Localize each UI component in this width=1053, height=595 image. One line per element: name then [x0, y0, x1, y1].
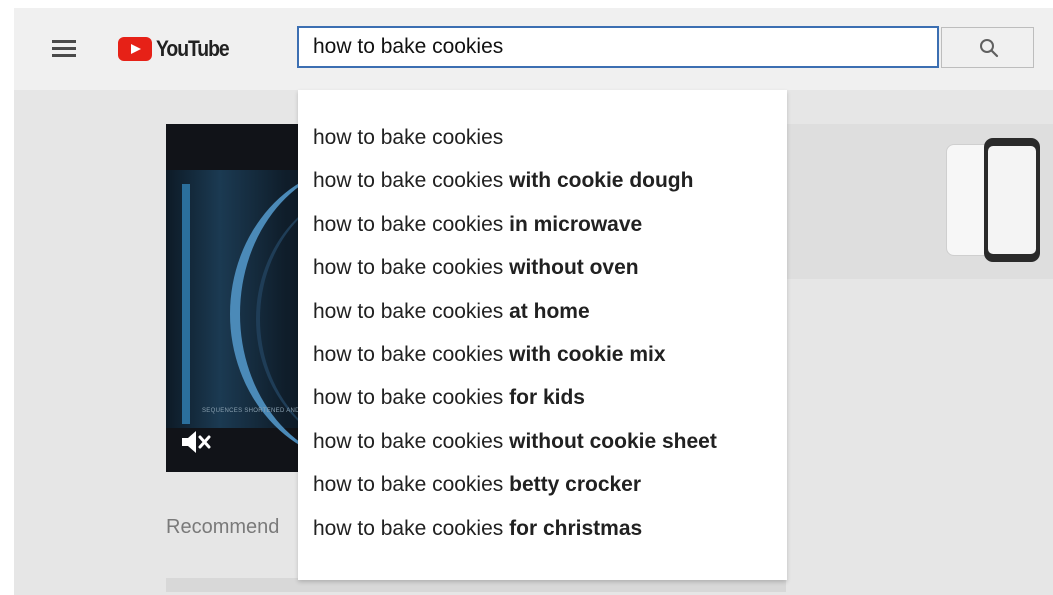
suggestion-item[interactable]: how to bake cookies for christmas: [298, 507, 787, 550]
suggestion-item[interactable]: how to bake cookies without oven: [298, 246, 787, 289]
suggestion-completion: with cookie dough: [503, 169, 694, 193]
suggestion-query: how to bake cookies: [313, 169, 504, 193]
search-suggestions-dropdown: how to bake cookies how to bake cookies w…: [298, 90, 787, 580]
suggestion-completion: betty crocker: [503, 473, 642, 497]
video-light-bar: [182, 184, 190, 424]
suggestion-item[interactable]: how to bake cookies at home: [298, 290, 787, 333]
suggestion-completion: without cookie sheet: [503, 429, 717, 453]
suggestion-query: how to bake cookies: [313, 299, 504, 323]
search-box[interactable]: [297, 26, 939, 68]
suggestion-item[interactable]: how to bake cookies: [298, 116, 787, 159]
suggestion-item[interactable]: how to bake cookies with cookie mix: [298, 333, 787, 376]
recommended-thumbnails: [166, 578, 786, 592]
hamburger-menu-icon[interactable]: [52, 40, 76, 58]
suggestion-completion: for kids: [503, 386, 585, 410]
suggestion-item[interactable]: how to bake cookies betty crocker: [298, 463, 787, 506]
search-button[interactable]: [941, 27, 1034, 68]
suggestion-item[interactable]: how to bake cookies in microwave: [298, 203, 787, 246]
suggestion-completion: with cookie mix: [503, 342, 666, 366]
logo-text: YouTube: [156, 36, 230, 61]
suggestion-completion: without oven: [503, 256, 639, 280]
youtube-play-icon: [118, 37, 152, 61]
suggestion-completion: in microwave: [503, 212, 643, 236]
suggestion-item[interactable]: how to bake cookies without cookie sheet: [298, 420, 787, 463]
suggestion-item[interactable]: how to bake cookies with cookie dough: [298, 159, 787, 202]
youtube-logo[interactable]: YouTube: [118, 36, 238, 61]
suggestion-list: how to bake cookies how to bake cookies w…: [298, 90, 787, 550]
suggestion-query: how to bake cookies: [313, 126, 504, 149]
suggestion-query: how to bake cookies: [313, 212, 504, 236]
masthead: YouTube: [14, 8, 1053, 90]
suggestion-query: how to bake cookies: [313, 473, 504, 497]
suggestion-item[interactable]: how to bake cookies for kids: [298, 376, 787, 419]
recommended-heading: Recommend: [166, 516, 280, 538]
search-input[interactable]: [299, 28, 937, 66]
suggestion-completion: at home: [503, 299, 590, 323]
search-icon: [980, 39, 999, 58]
suggestion-query: how to bake cookies: [313, 516, 504, 540]
mute-icon[interactable]: [180, 428, 212, 461]
phone-image-dark: [984, 138, 1040, 262]
suggestion-query: how to bake cookies: [313, 256, 504, 280]
app-window: SEQUENCES SHORTENED AND SIMULATED Recomm…: [14, 8, 1053, 595]
suggestion-query: how to bake cookies: [313, 386, 504, 410]
promo-banner[interactable]: [786, 124, 1053, 279]
suggestion-completion: for christmas: [503, 516, 643, 540]
suggestion-query: how to bake cookies: [313, 429, 504, 453]
suggestion-query: how to bake cookies: [313, 342, 504, 366]
